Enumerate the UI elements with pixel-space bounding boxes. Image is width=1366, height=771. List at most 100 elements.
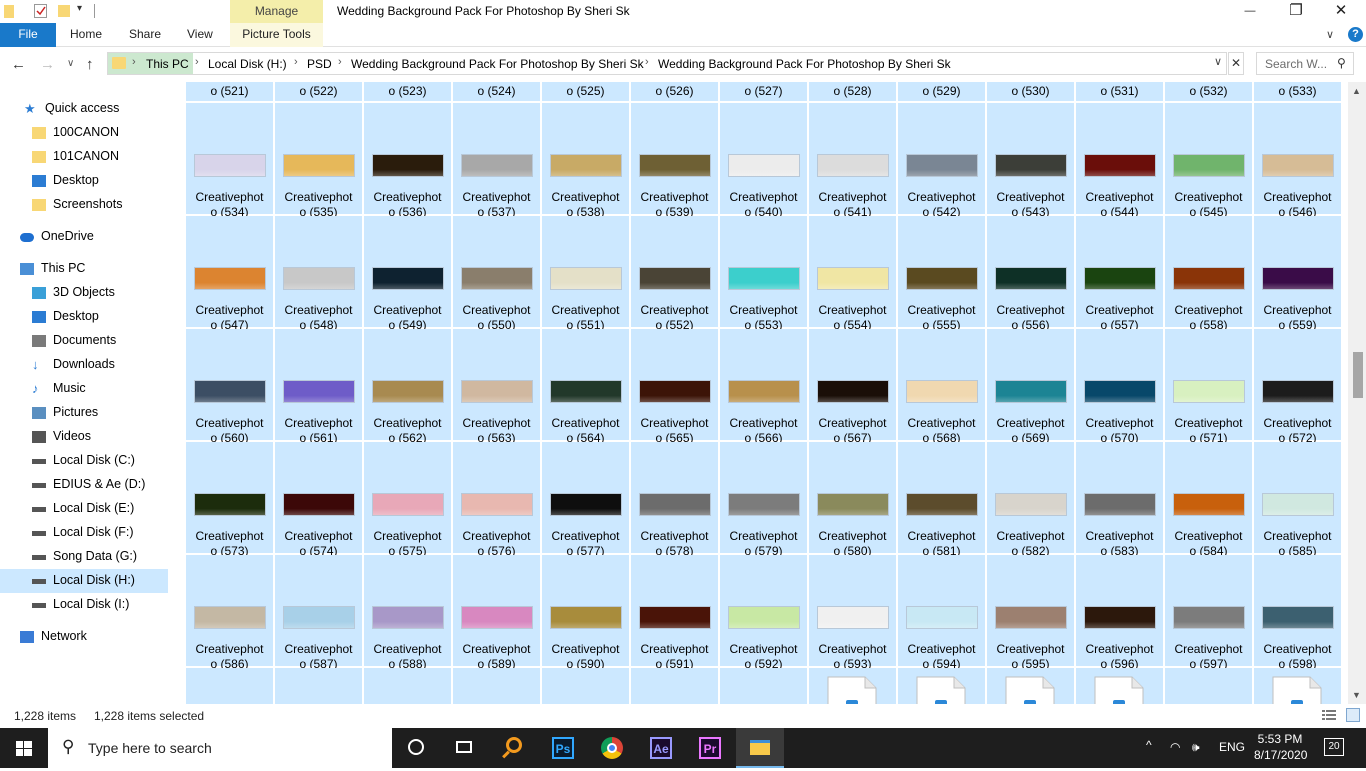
recent-locations-button[interactable]: ∨ xyxy=(67,58,74,69)
nav-item-local-disk-i[interactable]: Local Disk (I:) xyxy=(0,593,168,617)
search-app-icon[interactable] xyxy=(490,728,538,768)
nav-item-local-disk-c[interactable]: Local Disk (C:) xyxy=(0,449,168,473)
file-item[interactable]: o (533) xyxy=(1254,82,1341,101)
search-input[interactable]: Search W... xyxy=(1265,57,1327,71)
file-item[interactable]: Creativephot o (572) xyxy=(1254,329,1341,445)
file-item[interactable] xyxy=(720,668,807,704)
file-item[interactable]: Creativephot o (593) xyxy=(809,555,896,671)
tab-picture-tools[interactable]: Picture Tools xyxy=(230,23,323,47)
back-button[interactable]: ← xyxy=(11,56,26,73)
file-item[interactable]: Creativephot o (570) xyxy=(1076,329,1163,445)
tab-view[interactable]: View xyxy=(187,23,213,47)
file-item[interactable]: Creativephot o (597) xyxy=(1165,555,1252,671)
chevron-right-icon[interactable]: › xyxy=(645,56,649,68)
search-box[interactable]: Search W... ⚲ xyxy=(1256,52,1354,75)
file-item[interactable] xyxy=(186,668,273,704)
nav-item-3d-objects[interactable]: 3D Objects xyxy=(0,281,168,305)
nav-item-screenshots[interactable]: Screenshots xyxy=(0,193,168,217)
file-item[interactable]: Creativephot o (574) xyxy=(275,442,362,558)
file-item[interactable]: Creativephot o (582) xyxy=(987,442,1074,558)
crumb-this-pc[interactable]: This PC xyxy=(146,57,189,71)
file-item[interactable]: Creativephot o (560) xyxy=(186,329,273,445)
file-item[interactable]: Creativephot o (586) xyxy=(186,555,273,671)
start-button[interactable] xyxy=(0,728,48,768)
file-item[interactable] xyxy=(453,668,540,704)
file-item[interactable] xyxy=(987,668,1074,704)
file-item[interactable]: o (521) xyxy=(186,82,273,101)
nav-item-song-data-g[interactable]: Song Data (G:) xyxy=(0,545,168,569)
file-item[interactable]: Creativephot o (588) xyxy=(364,555,451,671)
file-item[interactable]: o (524) xyxy=(453,82,540,101)
file-item[interactable]: Creativephot o (564) xyxy=(542,329,629,445)
premiere-icon[interactable]: Pr xyxy=(686,728,734,768)
file-item[interactable]: Creativephot o (578) xyxy=(631,442,718,558)
file-item[interactable] xyxy=(1254,668,1341,704)
file-item[interactable]: Creativephot o (575) xyxy=(364,442,451,558)
file-item[interactable]: Creativephot o (568) xyxy=(898,329,985,445)
file-item[interactable]: Creativephot o (585) xyxy=(1254,442,1341,558)
file-item[interactable]: Creativephot o (584) xyxy=(1165,442,1252,558)
file-item[interactable]: o (523) xyxy=(364,82,451,101)
file-item[interactable]: Creativephot o (581) xyxy=(898,442,985,558)
file-item[interactable]: Creativephot o (567) xyxy=(809,329,896,445)
customize-toolbar-icon[interactable]: ▾ xyxy=(77,3,91,17)
file-item[interactable]: o (528) xyxy=(809,82,896,101)
file-item[interactable]: Creativephot o (558) xyxy=(1165,216,1252,332)
nav-item-local-disk-h[interactable]: Local Disk (H:) xyxy=(0,569,168,593)
minimize-button[interactable]: — xyxy=(1227,0,1273,23)
volume-icon[interactable]: 🕪 xyxy=(1192,740,1200,755)
nav-item-quick-access[interactable]: ★ Quick access xyxy=(0,97,168,121)
timeline-icon[interactable] xyxy=(440,728,488,768)
file-item[interactable]: Creativephot o (591) xyxy=(631,555,718,671)
nav-item-101canon[interactable]: 101CANON xyxy=(0,145,168,169)
taskbar-search[interactable]: ⚲ Type here to search xyxy=(48,728,392,768)
file-item[interactable]: Creativephot o (569) xyxy=(987,329,1074,445)
nav-item-local-disk-f[interactable]: Local Disk (F:) xyxy=(0,521,168,545)
file-item[interactable] xyxy=(1076,668,1163,704)
photoshop-icon[interactable]: Ps xyxy=(539,728,587,768)
file-item[interactable]: Creativephot o (536) xyxy=(364,103,451,219)
nav-item-100canon[interactable]: 100CANON xyxy=(0,121,168,145)
file-item[interactable]: o (527) xyxy=(720,82,807,101)
file-item[interactable]: Creativephot o (580) xyxy=(809,442,896,558)
ribbon-expand-icon[interactable]: ∨ xyxy=(1326,28,1334,41)
file-item[interactable]: Creativephot o (577) xyxy=(542,442,629,558)
scroll-thumb[interactable] xyxy=(1353,352,1363,398)
file-item[interactable]: Creativephot o (583) xyxy=(1076,442,1163,558)
file-item[interactable]: Creativephot o (554) xyxy=(809,216,896,332)
file-item[interactable]: o (522) xyxy=(275,82,362,101)
file-item[interactable]: Creativephot o (573) xyxy=(186,442,273,558)
file-item[interactable]: Creativephot o (553) xyxy=(720,216,807,332)
scroll-down-icon[interactable]: ▼ xyxy=(1352,690,1361,700)
file-item[interactable]: Creativephot o (535) xyxy=(275,103,362,219)
nav-item-pictures[interactable]: Pictures xyxy=(0,401,168,425)
file-item[interactable]: Creativephot o (576) xyxy=(453,442,540,558)
properties-icon[interactable] xyxy=(34,4,47,18)
file-item[interactable]: Creativephot o (571) xyxy=(1165,329,1252,445)
file-item[interactable]: Creativephot o (541) xyxy=(809,103,896,219)
file-item[interactable]: Creativephot o (546) xyxy=(1254,103,1341,219)
file-item[interactable] xyxy=(898,668,985,704)
file-item[interactable]: o (530) xyxy=(987,82,1074,101)
tab-share[interactable]: Share xyxy=(129,23,161,47)
new-folder-icon[interactable] xyxy=(58,5,70,17)
close-button[interactable]: ✕ xyxy=(1318,0,1364,23)
file-item[interactable]: Creativephot o (555) xyxy=(898,216,985,332)
file-item[interactable]: Creativephot o (596) xyxy=(1076,555,1163,671)
file-item[interactable]: Creativephot o (595) xyxy=(987,555,1074,671)
nav-item-edius-ae-d[interactable]: EDIUS & Ae (D:) xyxy=(0,473,168,497)
file-item[interactable]: Creativephot o (540) xyxy=(720,103,807,219)
file-item[interactable]: Creativephot o (594) xyxy=(898,555,985,671)
chevron-right-icon[interactable]: › xyxy=(195,56,199,68)
nav-item-network[interactable]: Network xyxy=(0,625,168,649)
after-effects-icon[interactable]: Ae xyxy=(637,728,685,768)
file-item[interactable]: Creativephot o (551) xyxy=(542,216,629,332)
large-icons-view-icon[interactable] xyxy=(1346,708,1360,722)
file-item[interactable]: Creativephot o (561) xyxy=(275,329,362,445)
file-item[interactable]: Creativephot o (549) xyxy=(364,216,451,332)
vertical-scrollbar[interactable]: ▲ ▼ xyxy=(1348,82,1366,704)
nav-item-desktop[interactable]: Desktop xyxy=(0,305,168,329)
file-item[interactable] xyxy=(1165,668,1252,704)
clock[interactable]: 5:53 PM 8/17/2020 xyxy=(1254,731,1307,763)
clear-address-icon[interactable]: ✕ xyxy=(1228,52,1244,75)
